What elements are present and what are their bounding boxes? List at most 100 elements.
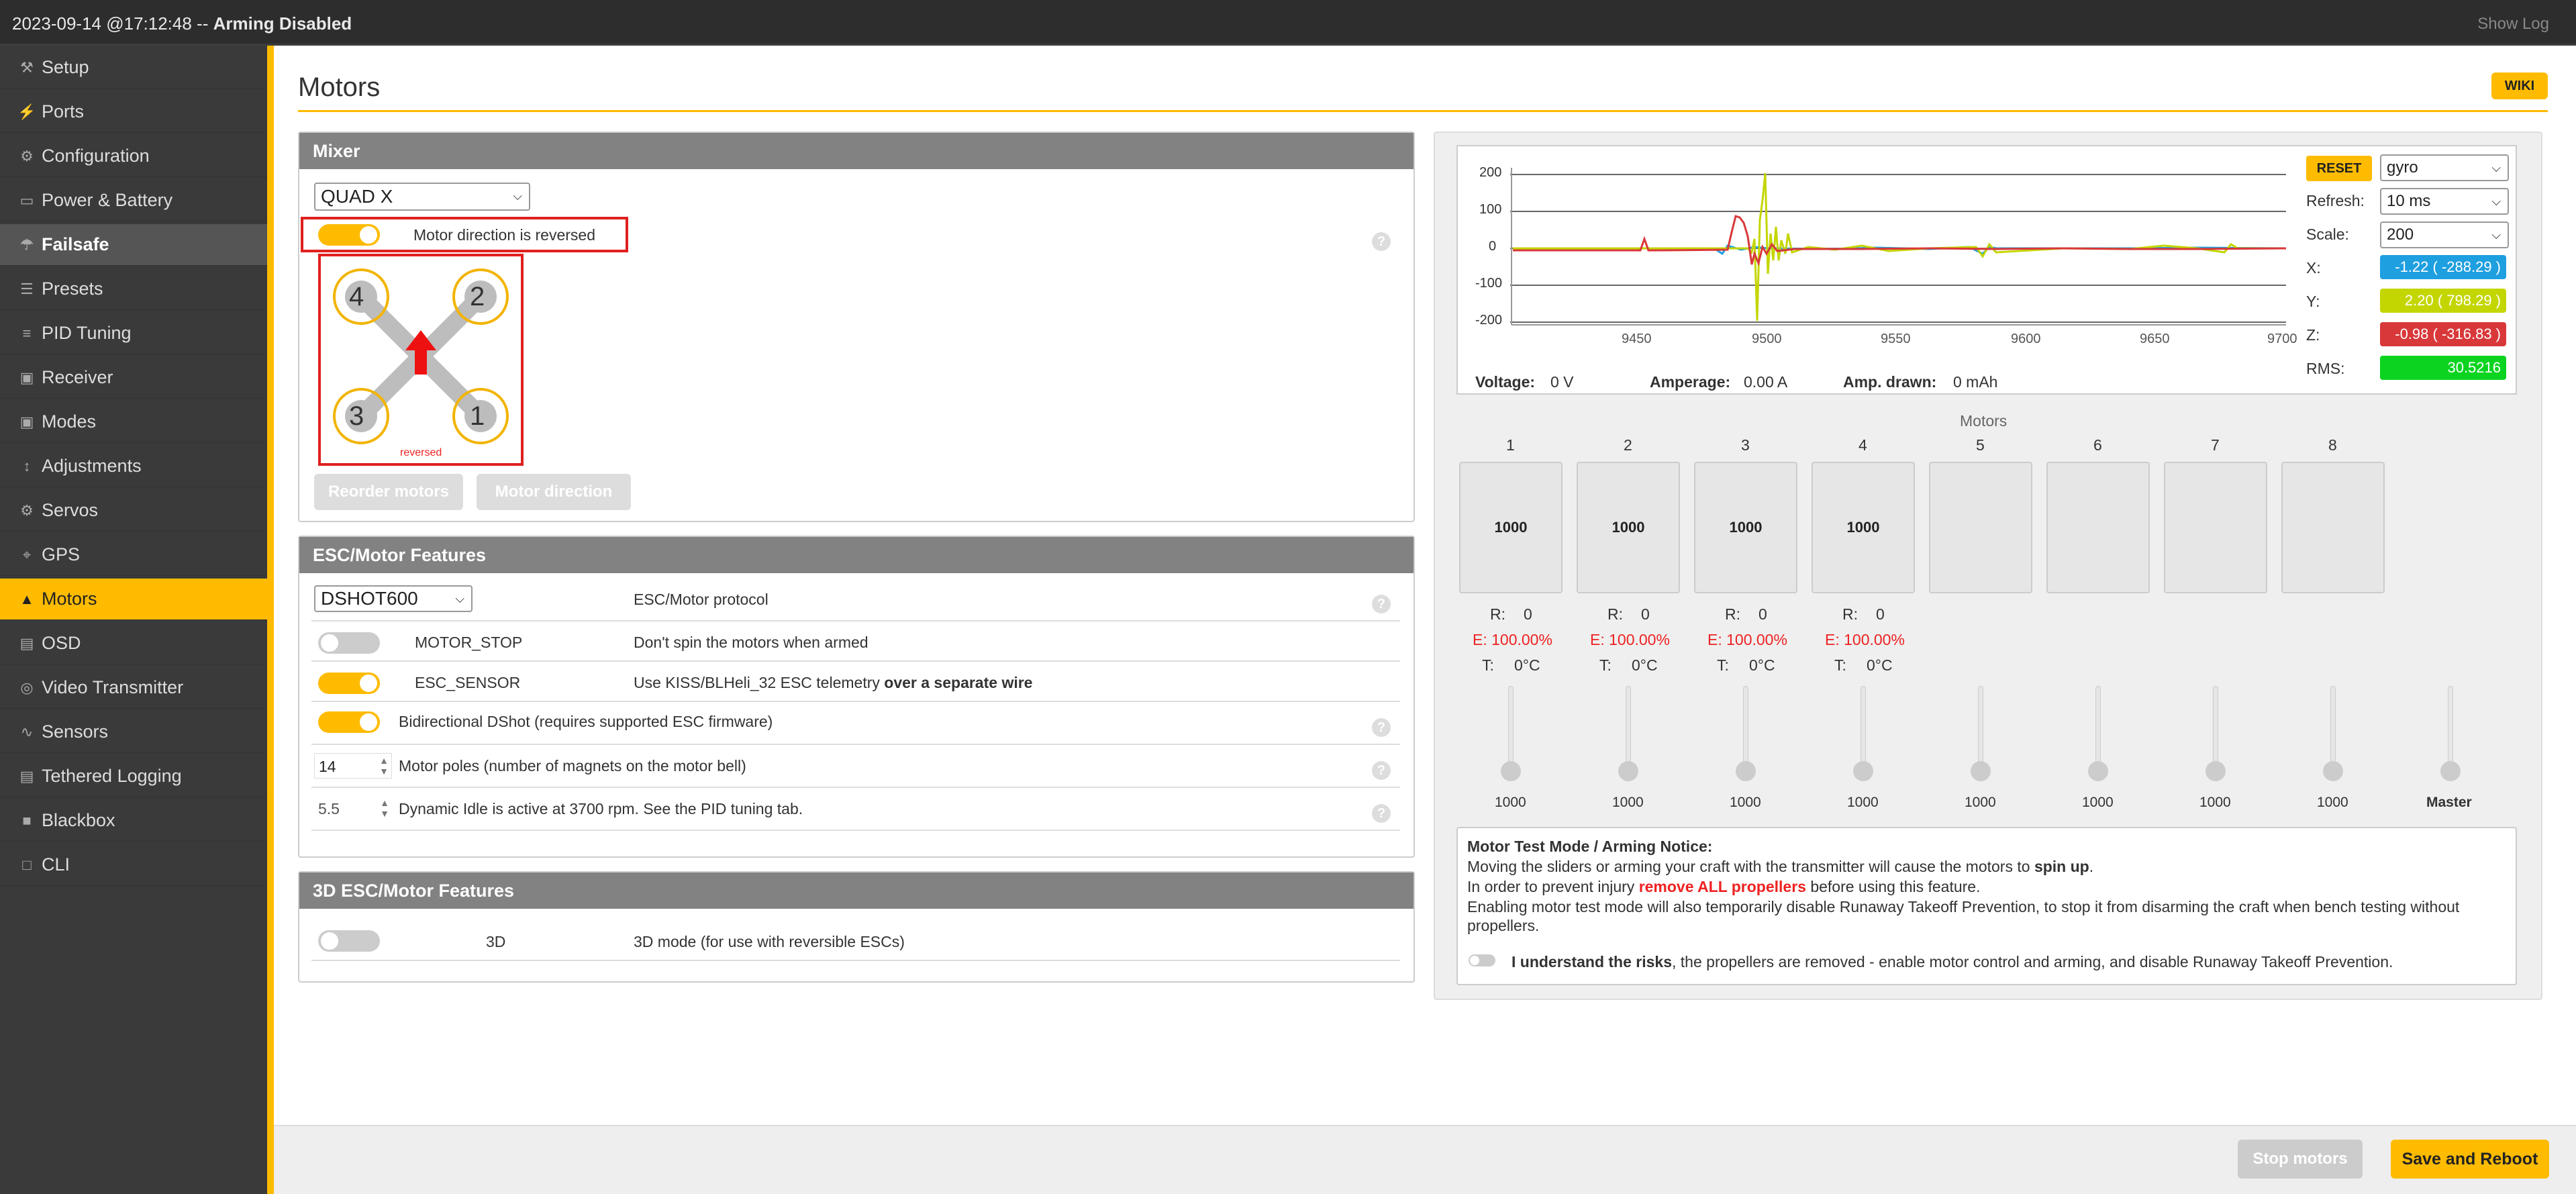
sidebar-item-label: CLI (42, 854, 70, 875)
sidebar-item-video-transmitter[interactable]: ◎ Video Transmitter (0, 667, 267, 709)
motor-slider-track[interactable] (2213, 686, 2218, 773)
motor-slider-track[interactable] (1978, 686, 1983, 773)
sidebar-item-presets[interactable]: ☰ Presets (0, 268, 267, 310)
esc-features-header: ESC/Motor Features (299, 537, 1414, 573)
bidirectional-dshot-toggle[interactable] (318, 711, 380, 733)
sidebar-item-sensors[interactable]: ∿ Sensors (0, 711, 267, 753)
help-icon[interactable]: ? (1372, 718, 1391, 737)
motor-number: 8 (2328, 436, 2337, 454)
motor-slider-track[interactable] (1508, 686, 1514, 773)
sidebar-item-servos[interactable]: ⚙ Servos (0, 490, 267, 532)
sidebar-item-configuration[interactable]: ⚙ Configuration (0, 136, 267, 177)
motor-slider-track[interactable] (2330, 686, 2336, 773)
motor-direction-button[interactable]: Motor direction (477, 474, 631, 510)
save-and-reboot-button[interactable]: Save and Reboot (2391, 1140, 2549, 1179)
notice-line-1: Moving the sliders or arming your craft … (1467, 858, 2094, 875)
motor-poles-input[interactable]: 14 ▲ ▼ (314, 753, 392, 779)
motor-slider-thumb[interactable] (2323, 761, 2343, 781)
rpm-value: 0 (1758, 605, 1767, 623)
row-divider (311, 787, 1400, 788)
sidebar-item-label: OSD (42, 633, 81, 653)
motor-slider-thumb[interactable] (1736, 761, 1756, 781)
dynamic-idle-label: Dynamic Idle is active at 3700 rpm. See … (399, 800, 803, 817)
motor-slider-track[interactable] (1626, 686, 1631, 773)
reorder-motors-button[interactable]: Reorder motors (314, 474, 463, 510)
motor-stop-desc: Don't spin the motors when armed (634, 634, 869, 651)
esc-3d-header: 3D ESC/Motor Features (299, 873, 1414, 909)
mixer-type-select[interactable]: QUAD X ⌵ (314, 183, 530, 211)
motor-stop-toggle[interactable] (318, 632, 380, 654)
sidebar-item-adjustments[interactable]: ↕ Adjustments (0, 446, 267, 487)
sidebar-item-blackbox[interactable]: ■ Blackbox (0, 800, 267, 842)
sidebar-item-motors[interactable]: ▲ Motors (0, 579, 267, 620)
top-status-bar: 2023-09-14 @17:12:48 -- Arming Disabled … (0, 0, 2576, 46)
graph-reset-button[interactable]: RESET (2306, 156, 2372, 181)
sidebar-item-gps[interactable]: ⌖ GPS (0, 534, 267, 576)
amp-drawn-label: Amp. drawn: (1843, 373, 1937, 391)
stop-motors-button[interactable]: Stop motors (2238, 1140, 2363, 1179)
graph-sensor-select[interactable]: gyro ⌵ (2380, 154, 2509, 181)
motor-slider-thumb[interactable] (1501, 761, 1521, 781)
motor-direction-label: Motor direction is reversed (413, 226, 595, 244)
motor-slider-thumb[interactable] (2088, 761, 2108, 781)
motor-output-bar (2164, 462, 2267, 593)
motor-slider-thumb[interactable] (1618, 761, 1638, 781)
help-icon[interactable]: ? (1372, 595, 1391, 613)
show-log-link[interactable]: Show Log (2477, 15, 2549, 34)
help-icon[interactable]: ? (1372, 761, 1391, 780)
motor-slider-track[interactable] (1743, 686, 1748, 773)
motor-number: 7 (2211, 436, 2220, 454)
esc-protocol-select[interactable]: DSHOT600 ⌵ (314, 585, 473, 612)
mixer-diagram: 4 2 3 1 reversed (318, 254, 524, 466)
dynamic-idle-input[interactable]: 5.5 ▲ ▼ (314, 796, 392, 822)
stepper-icon[interactable]: ▲ ▼ (380, 797, 389, 819)
motor-poles-label: Motor poles (number of magnets on the mo… (399, 757, 746, 775)
help-icon[interactable]: ? (1372, 232, 1391, 251)
master-slider-track[interactable] (2448, 686, 2453, 773)
chevron-down-icon: ⌵ (2491, 161, 2501, 175)
esc-sensor-toggle[interactable] (318, 673, 380, 694)
y-tick: 200 (1479, 165, 1502, 180)
sidebar-item-label: Receiver (42, 367, 113, 387)
sidebar-item-label: Power & Battery (42, 190, 173, 210)
motor-slider-track[interactable] (1861, 686, 1866, 773)
motor-output-bar (1929, 462, 2032, 593)
sidebar-item-pid-tuning[interactable]: ≡ PID Tuning (0, 313, 267, 354)
sidebar-item-ports[interactable]: ⚡ Ports (0, 91, 267, 133)
sidebar-item-modes[interactable]: ▣ Modes (0, 401, 267, 443)
motor-slider-thumb[interactable] (1853, 761, 1873, 781)
sidebar-item-tethered-logging[interactable]: ▤ Tethered Logging (0, 756, 267, 797)
motor-slider-thumb[interactable] (2206, 761, 2226, 781)
y-axis-value: 2.20 ( 798.29 ) (2380, 289, 2506, 313)
graph-refresh-select[interactable]: 10 ms ⌵ (2380, 188, 2509, 215)
motor-slider-track[interactable] (2095, 686, 2101, 773)
y-tick: -200 (1475, 313, 1503, 328)
temperature-label: T: (1482, 656, 1494, 674)
sidebar-item-power-battery[interactable]: ▭ Power & Battery (0, 180, 267, 221)
sidebar-item-setup[interactable]: ⚒ Setup (0, 47, 267, 89)
motor-direction-toggle[interactable] (318, 224, 380, 246)
sidebar-item-label: Blackbox (42, 810, 115, 830)
motor-number: 5 (1976, 436, 1985, 454)
z-axis-label: Z: (2306, 326, 2320, 344)
sidebar-item-failsafe[interactable]: ☂ Failsafe (0, 224, 267, 266)
sidebar-item-cli[interactable]: □ CLI (0, 844, 267, 886)
stepper-icon[interactable]: ▲ ▼ (379, 755, 389, 777)
understand-risks-toggle[interactable] (1469, 954, 1495, 966)
master-slider-thumb[interactable] (2440, 761, 2461, 781)
sidebar-item-receiver[interactable]: ▣ Receiver (0, 357, 267, 399)
rpm-label: R: (1607, 605, 1623, 623)
motor-slider-value: 1000 (2199, 795, 2231, 810)
wiki-button[interactable]: WIKI (2491, 72, 2548, 99)
logging-icon: ▤ (19, 767, 34, 785)
temperature-label: T: (1717, 656, 1729, 674)
sidebar-item-osd[interactable]: ▤ OSD (0, 623, 267, 664)
motor-slider-thumb[interactable] (1971, 761, 1991, 781)
3d-mode-toggle[interactable] (318, 930, 380, 952)
sidebar-nav: ⚒ Setup ⚡ Ports ⚙ Configuration ▭ Power & Batte… (0, 46, 267, 1194)
help-icon[interactable]: ? (1372, 804, 1391, 823)
esc-sensor-name: ESC_SENSOR (415, 674, 521, 691)
graph-scale-select[interactable]: 200 ⌵ (2380, 221, 2509, 248)
osd-icon: ▤ (19, 634, 34, 652)
mixer-header: Mixer (299, 133, 1414, 169)
